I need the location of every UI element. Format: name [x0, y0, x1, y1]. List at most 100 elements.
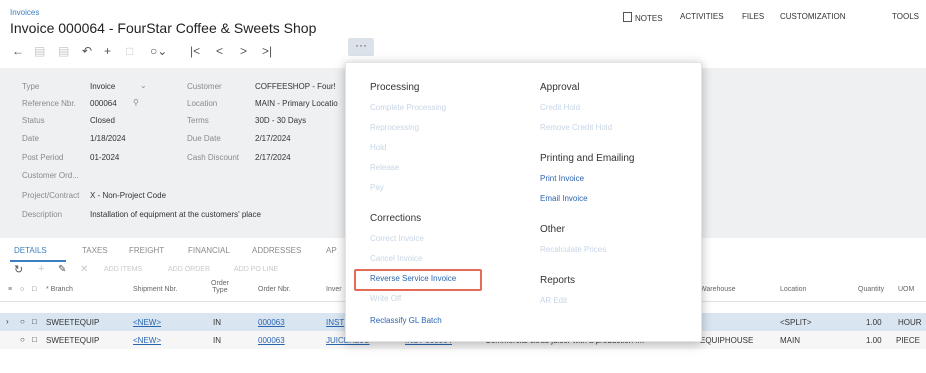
menu-item-correct-invoice[interactable]: Correct Invoice	[370, 234, 424, 243]
tab-freight[interactable]: FREIGHT	[129, 246, 164, 255]
copy-paste-icon[interactable]: ○⌄	[150, 44, 167, 58]
menu-item-complete-processing[interactable]: Complete Processing	[370, 103, 446, 112]
menu-item-remove-credit-hold[interactable]: Remove Credit Hold	[540, 123, 612, 132]
customer-input[interactable]: COFFEESHOP - Four!	[255, 82, 336, 91]
cell-quantity[interactable]: 1.00	[866, 336, 882, 345]
menu-item-reverse-service-invoice[interactable]: Reverse Service Invoice	[370, 274, 456, 283]
last-record-icon[interactable]: >|	[262, 44, 272, 58]
col-uom[interactable]: UOM	[898, 286, 914, 293]
due-date-input[interactable]: 2/17/2024	[255, 134, 291, 143]
menu-item-release[interactable]: Release	[370, 163, 399, 172]
description-input[interactable]: Installation of equipment at the custome…	[90, 210, 261, 219]
add-icon[interactable]: +	[104, 44, 111, 58]
menu-item-ar-edit[interactable]: AR Edit	[540, 296, 567, 305]
cell-uom[interactable]: HOUR	[898, 318, 922, 327]
col-inventory[interactable]: Inver	[326, 286, 342, 293]
cell-location[interactable]: MAIN	[780, 336, 800, 345]
tab-financial[interactable]: FINANCIAL	[188, 246, 230, 255]
back-icon[interactable]: ←	[12, 44, 24, 58]
menu-item-recalculate-prices[interactable]: Recalculate Prices	[540, 245, 606, 254]
col-order-nbr[interactable]: Order Nbr.	[258, 286, 291, 293]
menu-item-cancel-invoice[interactable]: Cancel Invoice	[370, 254, 422, 263]
customization-link[interactable]: CUSTOMIZATION	[780, 12, 845, 21]
menu-item-email-invoice[interactable]: Email Invoice	[540, 194, 588, 203]
tab-details[interactable]: DETAILS	[14, 246, 47, 255]
date-input[interactable]: 1/18/2024	[90, 134, 126, 143]
menu-heading-other: Other	[540, 224, 566, 235]
add-po-line-button[interactable]: ADD PO LINE	[234, 266, 278, 273]
tab-addresses[interactable]: ADDRESSES	[252, 246, 301, 255]
save-icon[interactable]: ▤	[34, 44, 45, 58]
attachment-icon[interactable]: ○	[20, 335, 25, 344]
edit-icon[interactable]: ✎	[58, 264, 66, 275]
menu-heading-corrections: Corrections	[370, 213, 422, 224]
cell-warehouse[interactable]: EQUIPHOUSE	[700, 336, 753, 345]
save-close-icon[interactable]: ▤	[58, 44, 69, 58]
terms-input[interactable]: 30D - 30 Days	[255, 116, 306, 125]
delete-row-icon[interactable]: ✕	[80, 264, 88, 275]
file-icon[interactable]: □	[32, 335, 37, 344]
activities-link[interactable]: ACTIVITIES	[680, 12, 724, 21]
files-link[interactable]: FILES	[742, 12, 764, 21]
menu-item-hold[interactable]: Hold	[370, 143, 386, 152]
cell-shipment[interactable]: <NEW>	[133, 336, 161, 345]
breadcrumb[interactable]: Invoices	[10, 8, 39, 17]
row-selector-icon: ≡	[8, 286, 13, 293]
menu-item-reprocessing[interactable]: Reprocessing	[370, 123, 419, 132]
due-date-label: Due Date	[187, 134, 221, 143]
cell-branch[interactable]: SWEETEQUIP	[46, 318, 99, 327]
col-shipment[interactable]: Shipment Nbr.	[133, 286, 177, 293]
post-period-input[interactable]: 01-2024	[90, 153, 119, 162]
menu-item-print-invoice[interactable]: Print Invoice	[540, 174, 584, 183]
refresh-icon[interactable]: ↻	[14, 263, 23, 276]
menu-heading-processing: Processing	[370, 82, 420, 93]
prev-record-icon[interactable]: <	[216, 44, 223, 58]
cell-order-nbr[interactable]: 000063	[258, 336, 285, 345]
add-items-button[interactable]: ADD ITEMS	[104, 266, 142, 273]
location-input[interactable]: MAIN - Primary Locatio	[255, 99, 338, 108]
menu-item-write-off[interactable]: Write Off	[370, 294, 401, 303]
notes-link[interactable]: NOTES	[623, 12, 663, 23]
reference-input[interactable]: 000064	[90, 99, 117, 108]
status-label: Status	[22, 116, 45, 125]
cell-order-nbr[interactable]: 000063	[258, 318, 285, 327]
chevron-down-icon[interactable]: ⌄	[140, 81, 147, 90]
next-record-icon[interactable]: >	[240, 44, 247, 58]
cell-uom[interactable]: PIECE	[896, 336, 920, 345]
more-actions-button[interactable]: ···	[348, 38, 374, 56]
tab-taxes[interactable]: TAXES	[82, 246, 108, 255]
menu-item-reclassify-gl-batch[interactable]: Reclassify GL Batch	[370, 316, 442, 325]
cell-branch[interactable]: SWEETEQUIP	[46, 336, 99, 345]
cell-shipment[interactable]: <NEW>	[133, 318, 161, 327]
col-quantity[interactable]: Quantity	[858, 286, 884, 293]
cash-discount-input[interactable]: 2/17/2024	[255, 153, 291, 162]
search-icon[interactable]: ⚲	[133, 98, 139, 107]
undo-icon[interactable]: ↶	[82, 44, 92, 58]
col-warehouse[interactable]: Warehouse	[700, 286, 736, 293]
attachment-icon[interactable]: ○	[20, 317, 25, 326]
reference-label: Reference Nbr.	[22, 99, 76, 108]
add-row-icon[interactable]: +	[38, 263, 44, 275]
project-input[interactable]: X - Non-Project Code	[90, 191, 166, 200]
col-branch[interactable]: * Branch	[46, 286, 73, 293]
col-location[interactable]: Location	[780, 286, 806, 293]
menu-item-pay[interactable]: Pay	[370, 183, 384, 192]
add-order-button[interactable]: ADD ORDER	[168, 266, 210, 273]
date-label: Date	[22, 134, 39, 143]
first-record-icon[interactable]: |<	[190, 44, 200, 58]
file-icon: □	[32, 286, 37, 293]
tab-ap[interactable]: AP	[326, 246, 337, 255]
menu-heading-approval: Approval	[540, 82, 580, 93]
delete-icon[interactable]: □	[126, 44, 133, 58]
location-label: Location	[187, 99, 218, 108]
row-indicator-icon: ›	[6, 317, 9, 326]
cell-quantity[interactable]: 1.00	[866, 318, 882, 327]
cell-inventory[interactable]: INST	[326, 318, 344, 327]
file-icon[interactable]: □	[32, 317, 37, 326]
tools-link[interactable]: TOOLS	[892, 12, 919, 21]
menu-item-credit-hold[interactable]: Credit Hold	[540, 103, 580, 112]
col-order-type[interactable]: Order Type	[208, 280, 232, 294]
cell-location[interactable]: <SPLIT>	[780, 318, 812, 327]
type-select[interactable]: Invoice	[90, 82, 115, 91]
terms-label: Terms	[187, 116, 209, 125]
